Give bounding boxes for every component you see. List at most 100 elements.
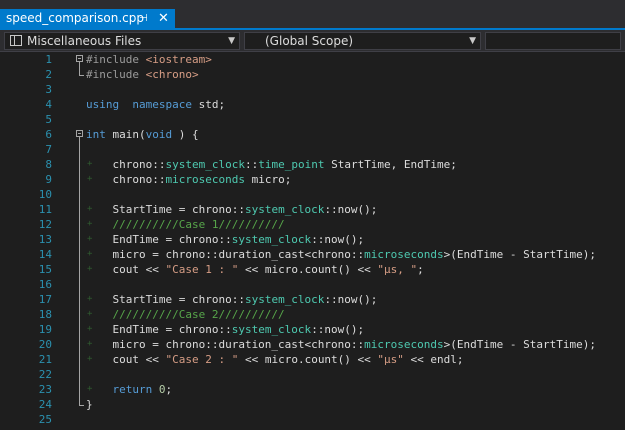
code-token: ::now(); xyxy=(311,233,365,246)
code-line[interactable]: 6 int main(void ) { xyxy=(0,127,625,142)
line-number: 21 xyxy=(38,353,52,366)
scope-dropdown[interactable]: (Global Scope) ▼ xyxy=(244,32,481,50)
code-token: ::now(); xyxy=(311,323,365,336)
code-text: //////////Case 2////////// xyxy=(86,307,285,322)
code-token: ) { xyxy=(172,128,199,141)
code-text: StartTime = chrono::system_clock::now(); xyxy=(86,292,377,307)
code-token: #include xyxy=(86,68,146,81)
line-number: 9 xyxy=(45,173,52,186)
code-token: ; xyxy=(417,263,424,276)
line-number: 20 xyxy=(38,338,52,351)
code-token: micro = chrono::duration_cast<chrono:: xyxy=(86,338,365,351)
code-line[interactable]: 17 + StartTime = chrono::system_clock::no… xyxy=(0,292,625,307)
code-line[interactable]: 15 + cout << "Case 1 : " << micro.count()… xyxy=(0,262,625,277)
code-token: ; xyxy=(165,383,173,396)
code-line[interactable]: 19 + EndTime = chrono::system_clock::now(… xyxy=(0,322,625,337)
code-token: chrono:: xyxy=(86,173,166,186)
code-token: "Case 2 : " xyxy=(165,353,239,366)
code-text: using namespace std; xyxy=(86,97,225,112)
pin-icon[interactable]: ⊣ xyxy=(139,9,148,28)
outline-line xyxy=(79,137,80,405)
code-token: ::now(); xyxy=(324,293,378,306)
code-token: StartTime, EndTime; xyxy=(324,158,457,171)
outline-end xyxy=(79,75,84,76)
code-token: << micro.count() << xyxy=(238,263,378,276)
code-line[interactable]: 2 #include <chrono> xyxy=(0,67,625,82)
code-line[interactable]: 14 + micro = chrono::duration_cast<chrono… xyxy=(0,247,625,262)
line-number: 1 xyxy=(45,53,52,66)
line-number: 6 xyxy=(45,128,52,141)
line-number: 8 xyxy=(45,158,52,171)
code-token: //////////Case 1////////// xyxy=(86,218,285,231)
code-line[interactable]: 5 xyxy=(0,112,625,127)
code-token: EndTime = chrono:: xyxy=(86,323,232,336)
code-line[interactable]: 8 + chrono::system_clock::time_point Star… xyxy=(0,157,625,172)
code-token: microseconds xyxy=(364,338,444,351)
scope-dropdown-label: (Global Scope) xyxy=(265,34,354,48)
line-number: 2 xyxy=(45,68,52,81)
line-number: 24 xyxy=(38,398,52,411)
code-token: >(EndTime - StartTime); xyxy=(443,248,596,261)
code-line[interactable]: 18 + //////////Case 2////////// xyxy=(0,307,625,322)
code-line[interactable]: 9 + chrono::microseconds micro; xyxy=(0,172,625,187)
code-token: //////////Case 2////////// xyxy=(86,308,285,321)
code-line[interactable]: 13 + EndTime = chrono::system_clock::now(… xyxy=(0,232,625,247)
code-line[interactable]: 16 xyxy=(0,277,625,292)
code-token: system_clock xyxy=(244,293,325,306)
code-line[interactable]: 7 xyxy=(0,142,625,157)
code-token: ::now(); xyxy=(324,203,378,216)
collapse-icon[interactable] xyxy=(76,130,83,137)
code-token: system_clock xyxy=(244,203,325,216)
navigation-bar: Miscellaneous Files ▼ (Global Scope) ▼ xyxy=(0,30,625,52)
line-number: 11 xyxy=(38,203,52,216)
code-line[interactable]: 21 + cout << "Case 2 : " << micro.count()… xyxy=(0,352,625,367)
code-token: main( xyxy=(105,128,146,141)
code-line[interactable]: 23 + return 0; xyxy=(0,382,625,397)
code-line[interactable]: 3 xyxy=(0,82,625,97)
tab-speed-comparison[interactable]: speed_comparison.cpp ⊣ ✕ xyxy=(0,9,175,28)
line-number: 5 xyxy=(45,113,52,126)
line-number: 4 xyxy=(45,98,52,111)
code-token: return xyxy=(86,383,153,396)
code-token: system_clock xyxy=(231,323,312,336)
code-token: chrono:: xyxy=(86,158,166,171)
code-token: << endl; xyxy=(403,353,464,366)
code-token: system_clock xyxy=(231,233,312,246)
line-number: 18 xyxy=(38,308,52,321)
code-line[interactable]: 20 + micro = chrono::duration_cast<chrono… xyxy=(0,337,625,352)
code-line[interactable]: 12 + //////////Case 1////////// xyxy=(0,217,625,232)
line-number: 12 xyxy=(38,218,52,231)
code-text: StartTime = chrono::system_clock::now(); xyxy=(86,202,377,217)
code-line[interactable]: 4 using namespace std; xyxy=(0,97,625,112)
code-text: cout << "Case 1 : " << micro.count() << … xyxy=(86,262,424,277)
code-text: micro = chrono::duration_cast<chrono::mi… xyxy=(86,337,596,352)
code-token: <iostream> xyxy=(145,53,212,66)
code-token: std; xyxy=(191,98,226,111)
code-text: cout << "Case 2 : " << micro.count() << … xyxy=(86,352,464,367)
line-number: 15 xyxy=(38,263,52,276)
code-line[interactable]: 1 #include <iostream> xyxy=(0,52,625,67)
code-token: namespace xyxy=(132,98,192,111)
code-line[interactable]: 25 xyxy=(0,412,625,427)
code-token: StartTime = chrono:: xyxy=(86,293,245,306)
code-line[interactable]: 24} xyxy=(0,397,625,412)
code-token: int xyxy=(86,128,106,141)
line-number: 7 xyxy=(45,143,52,156)
code-line[interactable]: 10 xyxy=(0,187,625,202)
project-dropdown[interactable]: Miscellaneous Files ▼ xyxy=(4,32,240,50)
close-icon[interactable]: ✕ xyxy=(158,9,169,28)
code-line[interactable]: 22 xyxy=(0,367,625,382)
code-editor[interactable]: 1 #include <iostream> 2 #include <chrono> 3 4… xyxy=(0,52,625,430)
code-token: micro = chrono::duration_cast<chrono:: xyxy=(86,248,365,261)
member-dropdown[interactable] xyxy=(485,32,621,50)
code-text: chrono::microseconds micro; xyxy=(86,172,291,187)
code-token: cout << xyxy=(86,263,166,276)
code-text: int main(void ) { xyxy=(86,127,199,142)
collapse-icon[interactable] xyxy=(76,55,83,62)
code-token: >(EndTime - StartTime); xyxy=(443,338,596,351)
code-token: time_point xyxy=(258,158,325,171)
code-token: "Case 1 : " xyxy=(165,263,239,276)
file-icon xyxy=(10,35,22,46)
code-line[interactable]: 11 + StartTime = chrono::system_clock::no… xyxy=(0,202,625,217)
